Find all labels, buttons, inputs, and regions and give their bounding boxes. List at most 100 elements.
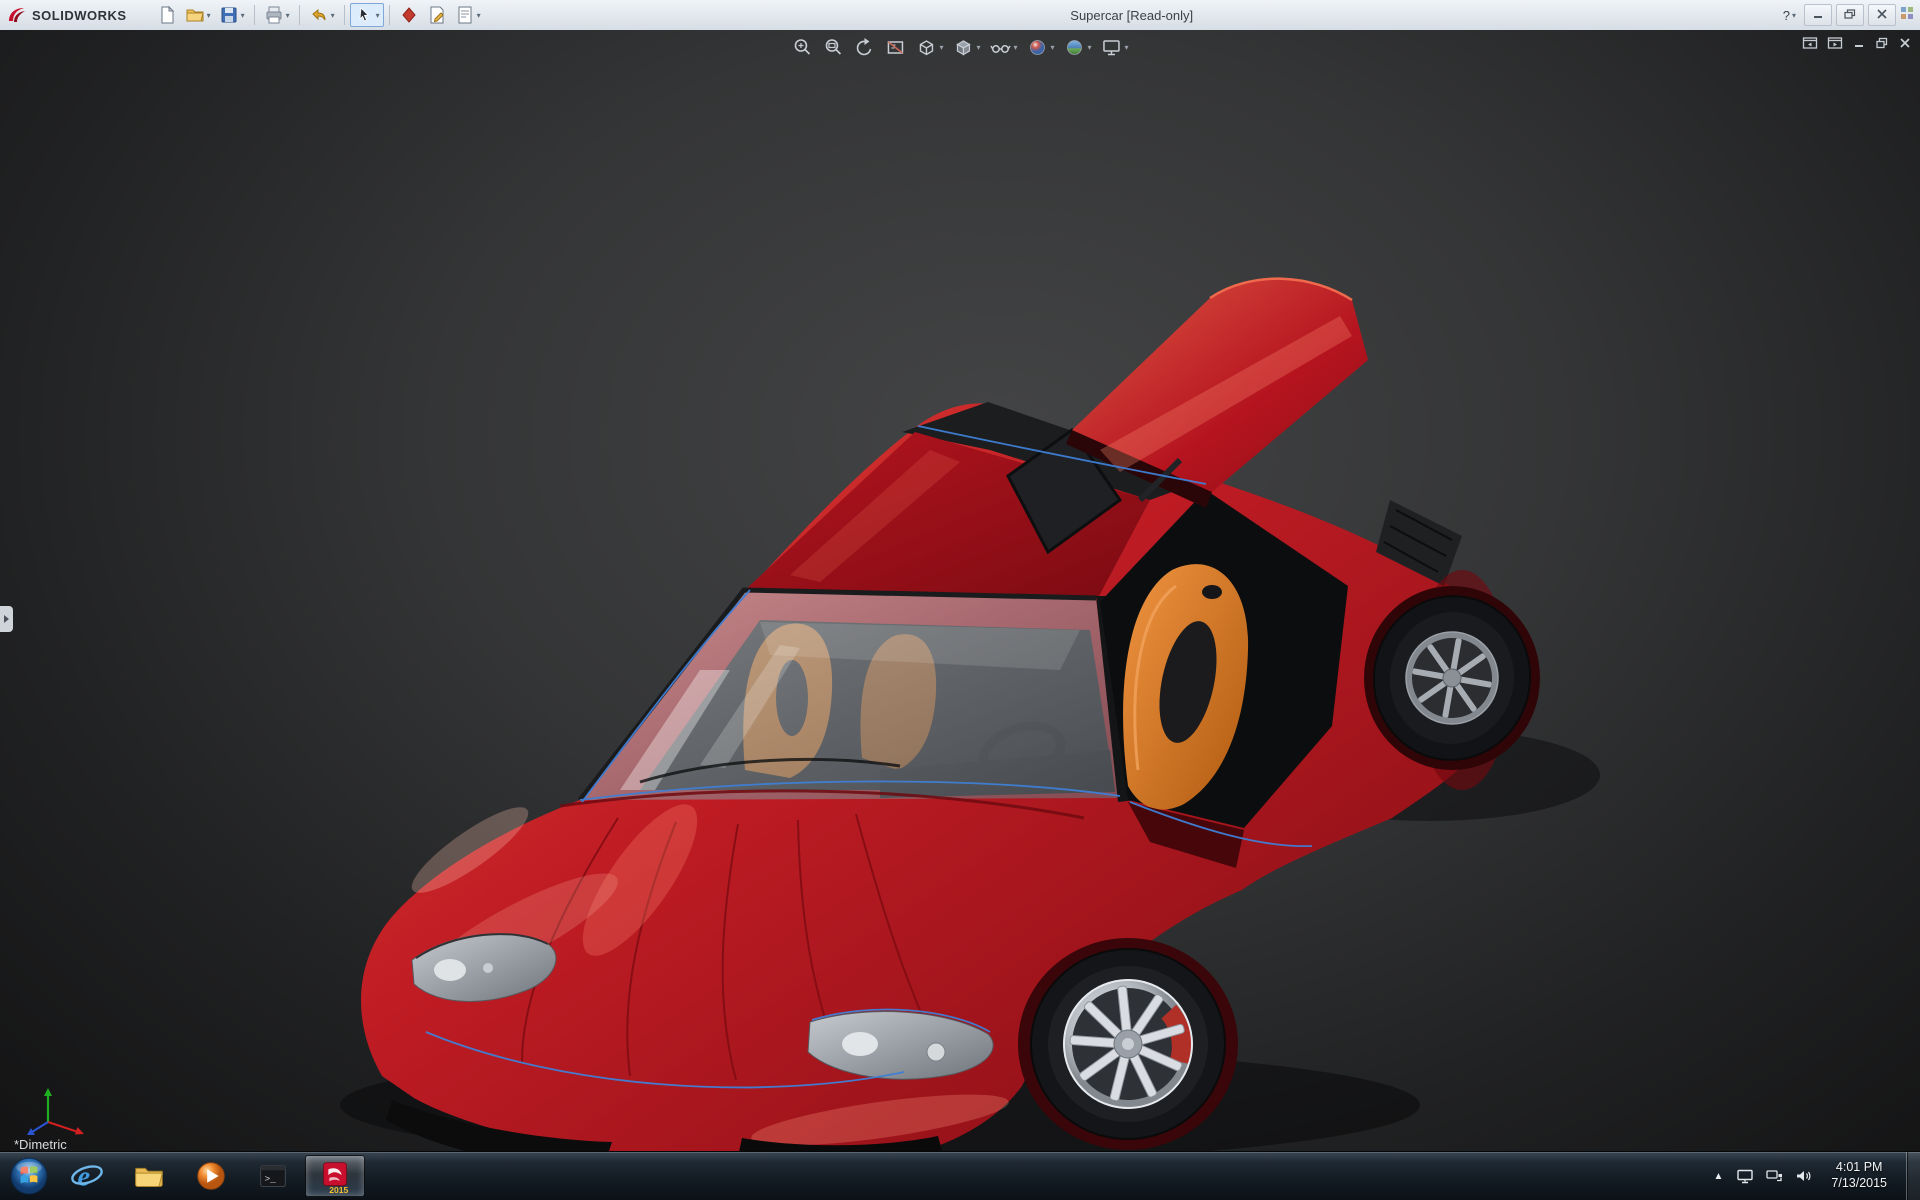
document-title: Supercar [Read-only]: [1070, 7, 1194, 23]
toolbar-separator: [343, 5, 345, 25]
save-dropdown-arrow[interactable]: ▾: [241, 11, 245, 20]
restore-button[interactable]: [1836, 4, 1864, 26]
graphics-viewport[interactable]: ▾ ▾ ▾ ▾ ▾ ▾ *Dimetric: [0, 30, 1920, 1152]
apply-scene-icon: [1064, 36, 1086, 58]
titlebar: SOLIDWORKS ▾ ▾ ▾ ▾ ▾ ▾ Supercar [Read-on…: [0, 0, 1920, 31]
help-button[interactable]: ? ▾: [1779, 8, 1800, 23]
document-close-button[interactable]: [1898, 37, 1912, 49]
help-glyph: ?: [1782, 7, 1790, 23]
command-prompt-icon: >_: [260, 1165, 286, 1187]
minimize-button[interactable]: [1804, 4, 1832, 26]
tray-volume-icon[interactable]: [1794, 1168, 1812, 1184]
minimize-icon: [1812, 6, 1824, 24]
zoom-to-fit-button[interactable]: [788, 34, 816, 60]
restore-icon: [1844, 6, 1856, 24]
viewport-3d[interactable]: [0, 30, 1920, 1152]
hide-show-glasses-icon: [989, 36, 1011, 58]
taskbar-internet-explorer[interactable]: e: [57, 1155, 117, 1197]
windows-start-icon: [10, 1157, 48, 1195]
file-properties-button[interactable]: [423, 3, 451, 27]
heads-up-view-toolbar: ▾ ▾ ▾ ▾ ▾ ▾: [788, 34, 1131, 60]
rebuild-button[interactable]: [395, 3, 423, 27]
taskbar: e >_ 2015 ▲ 4:01 PM 7/13/2015: [0, 1151, 1920, 1200]
close-icon: [1876, 6, 1888, 24]
open-button[interactable]: ▾: [181, 3, 215, 27]
show-desktop-button[interactable]: [1906, 1152, 1920, 1200]
next-window-button[interactable]: [1827, 36, 1843, 50]
undo-button[interactable]: ▾: [305, 3, 339, 27]
task-pane-grid-icon[interactable]: [1900, 6, 1914, 25]
options-dropdown-arrow[interactable]: ▾: [477, 11, 481, 20]
svg-text:2015: 2015: [329, 1185, 348, 1195]
display-style-button[interactable]: ▾: [949, 34, 983, 60]
open-dropdown-arrow[interactable]: ▾: [207, 11, 211, 20]
apply-scene-dropdown-arrow[interactable]: ▾: [1088, 43, 1092, 52]
zoom-to-area-button[interactable]: [819, 34, 847, 60]
taskbar-windows-media-player[interactable]: [181, 1155, 241, 1197]
svg-text:>_: >_: [264, 1174, 276, 1185]
select-dropdown-arrow[interactable]: ▾: [376, 11, 380, 20]
toolbar-separator: [388, 5, 390, 25]
section-view-button[interactable]: [881, 34, 909, 60]
new-document-button[interactable]: [153, 3, 181, 27]
print-dropdown-arrow[interactable]: ▾: [286, 11, 290, 20]
supercar-model[interactable]: [361, 277, 1543, 1152]
internet-explorer-icon: e: [71, 1162, 103, 1193]
app-name: SOLIDWORKS: [32, 7, 127, 23]
undo-dropdown-arrow[interactable]: ▾: [331, 11, 335, 20]
folder-icon: [135, 1167, 163, 1187]
open-folder-icon: [185, 5, 205, 25]
zoom-to-area-icon: [822, 36, 844, 58]
tray-network-icon[interactable]: [1765, 1168, 1783, 1184]
display-style-icon: [952, 36, 974, 58]
main-toolbar: ▾ ▾ ▾ ▾ ▾ ▾: [153, 3, 485, 27]
hide-show-dropdown-arrow[interactable]: ▾: [1013, 43, 1017, 52]
system-tray: ▲ 4:01 PM 7/13/2015: [1711, 1152, 1920, 1200]
view-orientation-label: *Dimetric: [14, 1137, 67, 1152]
previous-view-button[interactable]: [850, 34, 878, 60]
edit-appearance-button[interactable]: ▾: [1024, 34, 1058, 60]
hide-show-items-button[interactable]: ▾: [986, 34, 1020, 60]
featuremanager-flyout-arrow[interactable]: [0, 606, 13, 632]
options-sheet-icon: [455, 5, 475, 25]
select-button[interactable]: ▾: [349, 3, 384, 27]
show-hidden-icons-button[interactable]: ▲: [1711, 1171, 1725, 1182]
previous-view-icon: [853, 36, 875, 58]
solidworks-logo-icon: [6, 5, 28, 25]
close-button[interactable]: [1868, 4, 1896, 26]
new-document-icon: [157, 5, 177, 25]
document-restore-button[interactable]: [1875, 37, 1889, 49]
view-orientation-cube-icon: [915, 36, 937, 58]
toolbar-separator: [253, 5, 255, 25]
titlebar-left: SOLIDWORKS ▾ ▾ ▾ ▾ ▾ ▾: [0, 3, 485, 27]
edit-appearance-dropdown-arrow[interactable]: ▾: [1051, 43, 1055, 52]
view-orientation-button[interactable]: ▾: [912, 34, 946, 60]
taskbar-windows-explorer[interactable]: [119, 1155, 179, 1197]
apply-scene-button[interactable]: ▾: [1061, 34, 1095, 60]
clock-time: 4:01 PM: [1835, 1160, 1883, 1175]
print-button[interactable]: ▾: [260, 3, 294, 27]
view-settings-icon: [1101, 36, 1123, 58]
view-settings-button[interactable]: ▾: [1098, 34, 1132, 60]
save-button[interactable]: ▾: [215, 3, 249, 27]
help-dropdown-arrow: ▾: [1791, 10, 1796, 20]
view-settings-dropdown-arrow[interactable]: ▾: [1125, 43, 1129, 52]
document-window-controls: [1802, 36, 1912, 50]
previous-window-button[interactable]: [1802, 36, 1818, 50]
options-button[interactable]: ▾: [451, 3, 485, 27]
file-properties-icon: [427, 5, 447, 25]
display-style-dropdown-arrow[interactable]: ▾: [976, 43, 980, 52]
start-button[interactable]: [6, 1153, 52, 1199]
taskbar-solidworks-2015[interactable]: 2015: [305, 1155, 365, 1197]
taskbar-clock[interactable]: 4:01 PM 7/13/2015: [1823, 1160, 1895, 1191]
tray-monitor-icon[interactable]: [1736, 1168, 1754, 1184]
media-player-icon: [197, 1162, 225, 1190]
windshield[interactable]: [578, 587, 1120, 802]
screen: SOLIDWORKS ▾ ▾ ▾ ▾ ▾ ▾ Supercar [Read-on…: [0, 0, 1920, 1200]
undo-icon: [309, 5, 329, 25]
taskbar-command-prompt[interactable]: >_: [243, 1155, 303, 1197]
orientation-triad: [27, 1088, 84, 1135]
save-icon: [219, 5, 239, 25]
view-orientation-dropdown-arrow[interactable]: ▾: [939, 43, 943, 52]
document-minimize-button[interactable]: [1852, 37, 1866, 49]
